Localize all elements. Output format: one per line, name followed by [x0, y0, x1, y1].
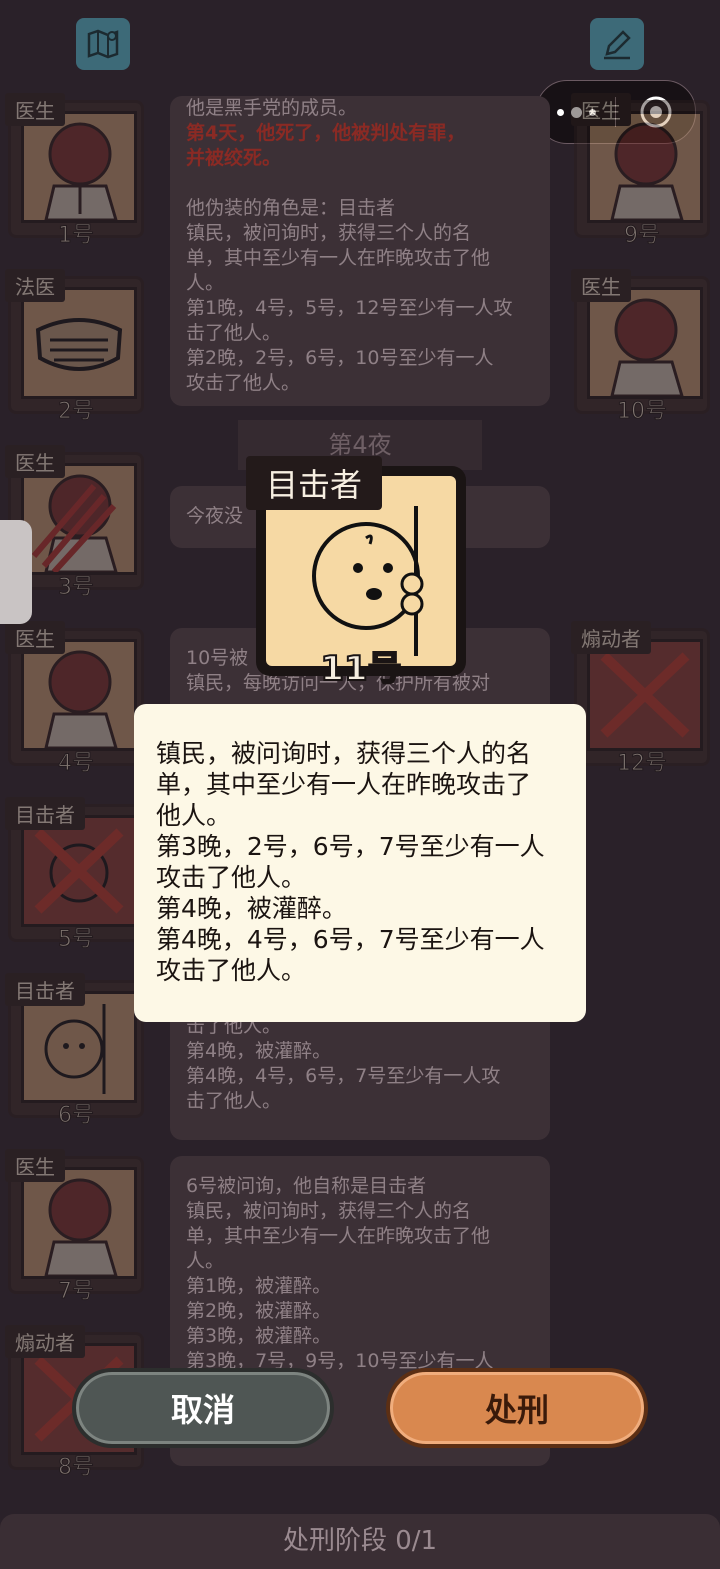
role-label: 医生	[5, 93, 65, 126]
player-card-10[interactable]: 医生 10号	[571, 269, 710, 425]
player-card-1[interactable]: 医生 1号	[5, 93, 144, 249]
role-label: 煽动者	[5, 1325, 85, 1358]
player-number: 2号	[58, 399, 95, 425]
selected-role-label: 目击者	[246, 456, 383, 510]
selected-player-card: 目击者 11号	[246, 456, 466, 690]
popup-line: 他人。	[156, 801, 232, 830]
popup-line: 镇民，被问询时，获得三个人的名	[156, 739, 532, 768]
popup-line: 第3晚，2号，6号，7号至少有一人	[156, 832, 545, 861]
role-label: 目击者	[5, 973, 85, 1006]
player-number: 10号	[617, 399, 668, 425]
role-label: 目击者	[5, 797, 85, 830]
player-card-5[interactable]: 目击者 5号	[5, 797, 144, 953]
popup-line: 攻击了他人。	[156, 863, 307, 892]
pencil-icon[interactable]	[590, 18, 644, 70]
doctor-figure-icon	[21, 1167, 137, 1279]
role-label: 医生	[5, 621, 65, 654]
peeking-face-icon	[21, 991, 137, 1103]
side-drawer-handle[interactable]	[0, 520, 32, 624]
instigator-icon	[587, 639, 703, 751]
cancel-button[interactable]: 取消	[72, 1368, 334, 1448]
player-number: 9号	[624, 223, 661, 249]
player-card-12[interactable]: 煽动者 12号	[571, 621, 710, 777]
player-number: 5号	[58, 927, 95, 953]
player-card-7[interactable]: 医生 7号	[5, 1149, 144, 1305]
player-number: 7号	[58, 1279, 95, 1305]
player-card-9[interactable]: 医生 9号	[571, 93, 710, 249]
popup-line: 第4晚，4号，6号，7号至少有一人	[156, 925, 545, 954]
popup-line: 第4晚，被灌醉。	[156, 894, 347, 923]
player-number: 4号	[58, 751, 95, 777]
role-label: 煽动者	[571, 621, 651, 654]
player-card-6[interactable]: 目击者 6号	[5, 973, 144, 1129]
face-mask-icon	[21, 287, 137, 399]
role-label: 法医	[5, 269, 65, 302]
popup-line: 单，其中至少有一人在昨晚攻击了	[156, 770, 532, 799]
popup-line: 攻击了他人。	[156, 956, 307, 985]
log-entry-top: 他是黑手党的成员。 第4天，他死了，他被判处有罪， 并被绞死。 他伪装的角色是：…	[170, 96, 550, 406]
role-label: 医生	[5, 445, 65, 478]
role-label: 医生	[571, 93, 631, 126]
map-icon[interactable]	[76, 18, 130, 70]
peeking-face-icon	[21, 815, 137, 927]
execute-button[interactable]: 处刑	[386, 1368, 648, 1448]
player-card-4[interactable]: 医生 4号	[5, 621, 144, 777]
role-label: 医生	[5, 1149, 65, 1182]
doctor-figure-icon	[21, 111, 137, 223]
player-card-2[interactable]: 法医 2号	[5, 269, 144, 425]
role-label: 医生	[571, 269, 631, 302]
doctor-figure-icon	[587, 287, 703, 399]
doctor-figure-icon	[21, 639, 137, 751]
player-number: 12号	[617, 751, 668, 777]
phase-status: 处刑阶段 0/1	[0, 1514, 720, 1569]
player-number: 6号	[58, 1103, 95, 1129]
doctor-figure-icon	[21, 463, 137, 575]
player-number: 1号	[58, 223, 95, 249]
doctor-figure-icon	[587, 111, 703, 223]
role-info-popup: 镇民，被问询时，获得三个人的名 单，其中至少有一人在昨晚攻击了 他人。 第3晚，…	[134, 704, 586, 1022]
player-number: 8号	[58, 1455, 95, 1481]
selected-player-number: 11号	[319, 648, 402, 690]
